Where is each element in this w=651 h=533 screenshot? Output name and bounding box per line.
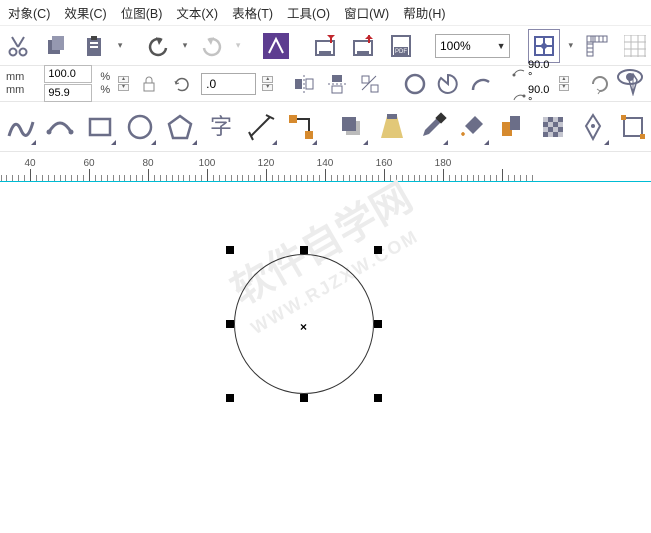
toolbox: 字 [0, 102, 651, 152]
scale-y-input[interactable]: 95.9 [44, 84, 92, 102]
ellipse-tool[interactable] [122, 107, 158, 147]
paste-button[interactable] [78, 29, 110, 63]
rulers-button[interactable] [581, 29, 613, 63]
ellipse-mode-button[interactable] [401, 69, 428, 99]
eyedropper-tool[interactable] [414, 107, 450, 147]
align-button[interactable] [357, 69, 384, 99]
dimension-tool[interactable] [243, 107, 279, 147]
freehand-tool[interactable] [2, 107, 38, 147]
marketplace-button[interactable] [260, 29, 292, 63]
unit-y-label: mm [6, 84, 24, 96]
scale-spinner[interactable]: ▴▾ [118, 75, 129, 93]
grid-button[interactable] [619, 29, 651, 63]
undo-button[interactable] [142, 29, 174, 63]
svg-text:PDF: PDF [395, 49, 407, 55]
lock-ratio-button[interactable] [135, 69, 162, 99]
pct-label-2: % [100, 84, 110, 96]
copy-button[interactable] [40, 29, 72, 63]
selection-handle[interactable] [226, 320, 234, 328]
angle-spinner[interactable]: ▴▾ [559, 75, 570, 93]
mirror-h-button[interactable] [291, 69, 318, 99]
selection-handle[interactable] [226, 246, 234, 254]
zoom-combo[interactable]: 100%▼ [435, 34, 511, 58]
rotation-input[interactable]: .0 [201, 73, 256, 95]
arc-mode-button[interactable] [467, 69, 494, 99]
cut-button[interactable] [2, 29, 34, 63]
shadow-tool[interactable] [334, 107, 370, 147]
pie-mode-button[interactable] [434, 69, 461, 99]
selection-center-mark: × [300, 320, 307, 334]
ruler-tick-label: 160 [376, 158, 393, 169]
horizontal-ruler[interactable]: 40 60 80 100 120 140 160 180 [0, 152, 651, 182]
shape-edit-tool[interactable] [615, 107, 651, 147]
blend-tool[interactable] [495, 107, 531, 147]
selection-handle[interactable] [374, 246, 382, 254]
rotation-spinner[interactable]: ▴▾ [262, 75, 273, 93]
property-bar: mm mm 100.0 95.9 % % ▴▾ .0 ▴▾ 90.0 ° 90.… [0, 66, 651, 102]
ruler-tick-label: 120 [258, 158, 275, 169]
standard-toolbar: ▾ ▾ ▾ PDF 100%▼ ▾ [0, 26, 651, 66]
menu-table[interactable]: 表格(T) [232, 3, 273, 22]
selection-handle[interactable] [300, 394, 308, 402]
import-button[interactable] [310, 29, 342, 63]
ruler-tick-label: 180 [435, 158, 452, 169]
ruler-tick-label: 60 [83, 158, 94, 169]
selection-handle[interactable] [300, 246, 308, 254]
swap-direction-button[interactable] [587, 69, 614, 99]
menu-window[interactable]: 窗口(W) [344, 3, 389, 22]
undo-dropdown[interactable]: ▾ [180, 40, 189, 51]
ruler-tick-label: 40 [24, 158, 35, 169]
snap-dropdown[interactable]: ▾ [566, 40, 575, 51]
canvas-area[interactable]: 软件自学网 WWW.RJZXW.COM × [0, 182, 651, 533]
selection-handle[interactable] [226, 394, 234, 402]
pen-tool[interactable] [575, 107, 611, 147]
redo-button[interactable] [196, 29, 228, 63]
export-pdf-button[interactable]: PDF [386, 29, 418, 63]
selection-handle[interactable] [374, 394, 382, 402]
unit-x-label: mm [6, 71, 24, 83]
menu-tools[interactable]: 工具(O) [287, 3, 330, 22]
scale-x-input[interactable]: 100.0 [44, 65, 92, 83]
start-angle-icon [512, 65, 526, 77]
polygon-tool[interactable] [162, 107, 198, 147]
curve-tool[interactable] [42, 107, 78, 147]
transparency-tool[interactable] [535, 107, 571, 147]
preview-button[interactable] [613, 60, 647, 94]
menu-effects[interactable]: 效果(C) [64, 3, 106, 22]
fill-tool[interactable] [454, 107, 490, 147]
menu-bar: 对象(C) 效果(C) 位图(B) 文本(X) 表格(T) 工具(O) 窗口(W… [0, 0, 651, 26]
menu-object[interactable]: 对象(C) [8, 3, 50, 22]
snap-button[interactable] [528, 29, 560, 63]
ruler-tick-label: 80 [142, 158, 153, 169]
ruler-tick-label: 100 [199, 158, 216, 169]
ruler-tick-label: 140 [317, 158, 334, 169]
menu-text[interactable]: 文本(X) [176, 3, 218, 22]
connector-tool[interactable] [283, 107, 319, 147]
end-angle-value[interactable]: 90.0 ° [528, 84, 553, 108]
mirror-v-button[interactable] [324, 69, 351, 99]
menu-help[interactable]: 帮助(H) [403, 3, 445, 22]
spotlight-tool[interactable] [374, 107, 410, 147]
rectangle-tool[interactable] [82, 107, 118, 147]
text-tool[interactable]: 字 [203, 107, 239, 147]
start-angle-value[interactable]: 90.0 ° [528, 59, 553, 83]
paste-dropdown[interactable]: ▾ [115, 40, 124, 51]
menu-bitmap[interactable]: 位图(B) [121, 3, 163, 22]
pct-label-1: % [100, 71, 110, 83]
svg-text:字: 字 [210, 114, 232, 139]
rotation-icon [168, 69, 195, 99]
selection-handle[interactable] [374, 320, 382, 328]
export-button[interactable] [348, 29, 380, 63]
end-angle-icon [512, 90, 526, 102]
redo-dropdown[interactable]: ▾ [233, 40, 242, 51]
